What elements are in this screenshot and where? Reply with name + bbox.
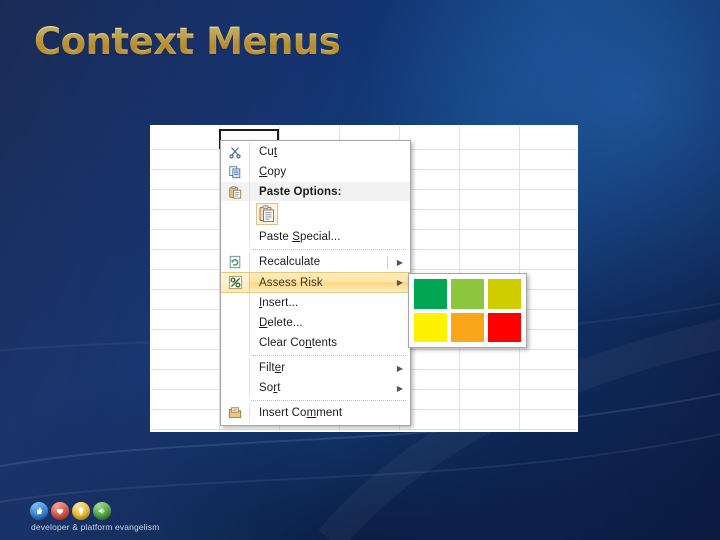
- menu-separator: [251, 400, 406, 401]
- hand-icon: [30, 502, 48, 520]
- chevron-right-icon: ▶: [396, 257, 404, 267]
- assess-risk-color-submenu[interactable]: [408, 273, 527, 348]
- gutter-spacer: [221, 293, 250, 313]
- grid-line-row: [151, 429, 577, 430]
- gutter-spacer: [221, 201, 250, 227]
- menu-item-label: Clear Contents: [259, 337, 338, 349]
- menu-item-clear-contents[interactable]: Clear Contents: [221, 333, 410, 353]
- menu-item-insert-comment[interactable]: Insert Comment: [221, 403, 410, 423]
- color-swatch-olive-yellow[interactable]: [488, 279, 521, 309]
- menu-item-assess-risk[interactable]: Assess Risk ▶: [221, 272, 410, 293]
- menu-item-recalculate[interactable]: Recalculate ▶: [221, 252, 410, 272]
- color-swatch-red[interactable]: [488, 312, 521, 342]
- menu-separator: [251, 355, 406, 356]
- menu-divider-pipe: [387, 255, 394, 269]
- footer-tagline: developer & platform evangelism: [31, 522, 160, 532]
- menu-item-delete[interactable]: Delete...: [221, 313, 410, 333]
- menu-item-label: Sort: [259, 382, 281, 394]
- heart-icon: [51, 502, 69, 520]
- paste-options-button-row[interactable]: [221, 201, 410, 227]
- chevron-right-icon: ▶: [396, 363, 404, 373]
- speaker-icon: [93, 502, 111, 520]
- menu-item-label: Delete...: [259, 317, 303, 329]
- menu-item-label: Insert Comment: [259, 407, 343, 419]
- menu-item-label: Recalculate: [259, 256, 321, 268]
- scissors-icon: [221, 142, 250, 162]
- paste-icon: [221, 182, 250, 201]
- gutter-spacer: [221, 313, 250, 333]
- page-title: Context Menus: [34, 20, 341, 63]
- gutter-spacer: [221, 333, 250, 353]
- color-swatch-yellow[interactable]: [414, 312, 447, 342]
- paste-keep-formatting-button[interactable]: [250, 203, 278, 225]
- gutter-spacer: [221, 378, 250, 398]
- menu-item-label: Paste Options:: [259, 185, 342, 198]
- menu-item-paste-options: Paste Options:: [221, 182, 410, 201]
- menu-item-filter[interactable]: Filter ▶: [221, 358, 410, 378]
- menu-item-label: Copy: [259, 166, 287, 178]
- menu-item-label: Assess Risk: [259, 276, 323, 289]
- slide-canvas: Context Menus Cut Copy Paste Options: Pa…: [0, 0, 720, 540]
- menu-item-copy[interactable]: Copy: [221, 162, 410, 182]
- color-swatch-light-green[interactable]: [451, 279, 484, 309]
- percent-icon: [221, 273, 250, 292]
- copy-icon: [221, 162, 250, 182]
- footer-icon-row: [30, 502, 159, 520]
- chevron-right-icon: ▶: [396, 383, 404, 393]
- menu-item-label: Paste Special...: [259, 231, 341, 243]
- menu-item-paste-special[interactable]: Paste Special...: [221, 227, 410, 247]
- menu-item-insert[interactable]: Insert...: [221, 293, 410, 313]
- menu-item-label: Cut: [259, 146, 278, 158]
- color-swatch-green[interactable]: [414, 279, 447, 309]
- comment-icon: [221, 403, 250, 423]
- menu-item-label: Filter: [259, 362, 286, 374]
- menu-separator: [251, 249, 406, 250]
- menu-item-label: Insert...: [259, 297, 299, 309]
- footer-logo: developer & platform evangelism: [30, 502, 159, 532]
- menu-item-cut[interactable]: Cut: [221, 142, 410, 162]
- gutter-spacer: [221, 227, 250, 247]
- excel-cell-context-menu[interactable]: Cut Copy Paste Options: Paste Special...…: [220, 140, 411, 426]
- color-swatch-orange[interactable]: [451, 312, 484, 342]
- menu-item-sort[interactable]: Sort ▶: [221, 378, 410, 398]
- recalculate-icon: [221, 252, 250, 272]
- lightbulb-icon: [72, 502, 90, 520]
- gutter-spacer: [221, 358, 250, 378]
